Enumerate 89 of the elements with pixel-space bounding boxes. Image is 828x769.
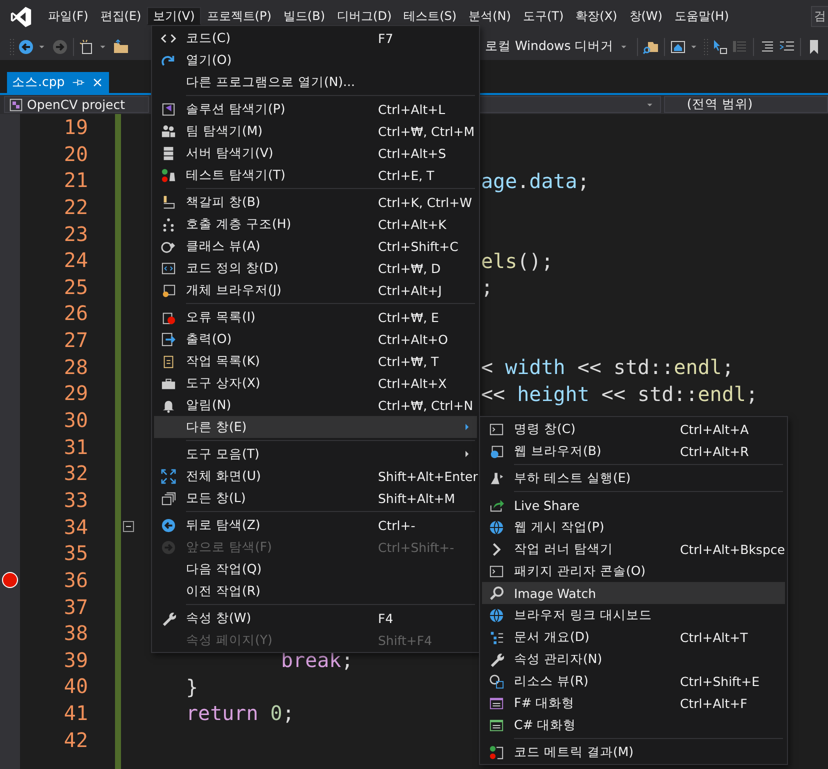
code-text: age.data;: [481, 168, 590, 193]
code-text: break;: [281, 648, 354, 672]
menu-item[interactable]: 솔루션 탐색기(P) Ctrl+Alt+L: [154, 98, 477, 120]
line-number: 32: [62, 460, 88, 487]
menu-item[interactable]: 다른 창(E): [154, 416, 477, 438]
menu-item[interactable]: 테스트 탐색기(T) Ctrl+E, T: [154, 164, 477, 186]
menu-item[interactable]: 코드(C) F7: [154, 27, 477, 49]
line-number: 37: [62, 594, 88, 620]
menu-item[interactable]: 책갈피 창(B) Ctrl+K, Ctrl+W: [154, 191, 477, 213]
code-text: << height << std::endl;: [481, 382, 758, 406]
code-text: }: [186, 674, 198, 699]
menu-bar-item[interactable]: 프로젝트(P): [200, 7, 278, 25]
line-number: 40: [62, 673, 88, 700]
code-text: els();: [481, 248, 554, 273]
line-number: 31: [62, 434, 88, 460]
menu-item[interactable]: 전체 화면(U) Shift+Alt+Enter: [154, 465, 477, 487]
menu-item[interactable]: 팀 탐색기(M) Ctrl+₩, Ctrl+M: [154, 120, 477, 142]
line-number: 19: [62, 114, 88, 141]
menu-item[interactable]: 개체 브라우저(J) Ctrl+Alt+J: [154, 279, 477, 301]
menu-bar-item[interactable]: 디버그(D): [331, 7, 398, 25]
menu-bar-item[interactable]: 도구(T): [516, 7, 570, 25]
menu-item[interactable]: 출력(O) Ctrl+Alt+O: [154, 328, 477, 350]
search-field[interactable]: 검: [811, 6, 828, 27]
menu-bar-item[interactable]: 분석(N): [462, 7, 517, 25]
menu-item[interactable]: 도구 상자(X) Ctrl+Alt+X: [154, 372, 477, 394]
menu-item[interactable]: 패키지 관리자 콘솔(O): [482, 560, 785, 582]
menu-item[interactable]: 다른 프로그램으로 열기(N)...: [154, 71, 477, 93]
menu-bar-item[interactable]: 보기(V): [147, 7, 201, 25]
line-number: 26: [62, 300, 88, 328]
line-number: 39: [62, 646, 88, 674]
line-number: 36: [62, 566, 88, 594]
line-number: 27: [62, 327, 88, 354]
line-number: 24: [62, 247, 88, 274]
menu-item[interactable]: 작업 러너 탐색기 Ctrl+Alt+Bkspce: [482, 538, 785, 560]
line-number: 25: [62, 274, 88, 300]
menu-item[interactable]: 웹 게시 작업(P): [482, 516, 785, 538]
menu-bar-item[interactable]: 파일(F): [42, 7, 94, 25]
menu-item[interactable]: 오류 목록(I) Ctrl+₩, E: [154, 306, 477, 328]
menu-item[interactable]: 다음 작업(Q): [154, 558, 477, 580]
menu-item[interactable]: 서버 탐색기(V) Ctrl+Alt+S: [154, 142, 477, 164]
line-number: 23: [62, 220, 88, 248]
menu-item[interactable]: 속성 관리자(N): [482, 648, 785, 670]
menu-item[interactable]: 모든 창(L) Shift+Alt+M: [154, 487, 477, 509]
menu-item[interactable]: Image Watch: [482, 582, 785, 604]
line-number: 20: [62, 140, 88, 168]
menu-bar-item[interactable]: 도움말(H): [668, 7, 735, 25]
menu-bar-item[interactable]: 빌드(B): [277, 7, 332, 25]
menu-item[interactable]: 속성 창(W) F4: [154, 607, 477, 629]
code-text: < width << std::endl;: [481, 355, 734, 380]
line-number: 38: [62, 620, 88, 647]
menu-bar-item[interactable]: 확장(X): [570, 7, 624, 25]
menu-item[interactable]: 도구 모음(T): [154, 443, 477, 465]
menu-item[interactable]: 리소스 뷰(R) Ctrl+Shift+E: [482, 670, 785, 692]
menu-item[interactable]: 알림(N) Ctrl+₩, Ctrl+N: [154, 394, 477, 416]
menu-item[interactable]: 부하 테스트 실행(E): [482, 467, 785, 489]
menu-item[interactable]: F# 대화형 Ctrl+Alt+F: [482, 692, 785, 714]
document-tab[interactable]: 소스.cpp: [7, 72, 109, 93]
code-text: return 0;: [186, 701, 294, 726]
menu-item[interactable]: 웹 브라우저(B) Ctrl+Alt+R: [482, 440, 785, 462]
line-number: 28: [62, 354, 88, 380]
menu-item[interactable]: 호출 계층 구조(H) Ctrl+Alt+K: [154, 213, 477, 235]
line-number: 22: [62, 194, 88, 221]
menu-item[interactable]: 뒤로 탐색(Z) Ctrl+-: [154, 514, 477, 536]
menu-item[interactable]: C# 대화형: [482, 714, 785, 736]
line-number: 29: [62, 380, 88, 408]
menu-bar-item[interactable]: 창(W): [623, 7, 668, 25]
menu-item[interactable]: 이전 작업(R): [154, 580, 477, 602]
menu-item[interactable]: 명령 창(C) Ctrl+Alt+A: [482, 418, 785, 440]
menu-bar-item[interactable]: 편집(E): [94, 7, 148, 25]
menu-item[interactable]: 코드 메트릭 결과(M): [482, 741, 785, 763]
menu-bar-item[interactable]: 테스트(S): [398, 7, 463, 25]
menu-item[interactable]: 열기(O): [154, 49, 477, 71]
menu-item[interactable]: 브라우저 링크 대시보드: [482, 604, 785, 626]
scope-dropdown[interactable]: (전역 범위): [664, 96, 828, 113]
menu-item[interactable]: 문서 개요(D) Ctrl+Alt+T: [482, 626, 785, 648]
line-number: 21: [62, 167, 88, 194]
menu-item[interactable]: Live Share: [482, 494, 785, 516]
line-number: 34: [62, 514, 88, 540]
line-number: 42: [62, 726, 88, 754]
menu-item[interactable]: 코드 정의 창(D) Ctrl+₩, D: [154, 257, 477, 279]
menu-item[interactable]: 작업 목록(K) Ctrl+₩, T: [154, 350, 477, 372]
project-dropdown[interactable]: OpenCV project: [4, 96, 150, 113]
line-number: 35: [62, 540, 88, 567]
line-number: 41: [62, 700, 88, 727]
line-number: 30: [62, 407, 88, 434]
debugger-dropdown[interactable]: 로컬 Windows 디버거: [483, 38, 634, 55]
line-number: 33: [62, 486, 88, 514]
menu-item[interactable]: 클래스 뷰(A) Ctrl+Shift+C: [154, 235, 477, 257]
code-text: ;: [481, 275, 494, 300]
